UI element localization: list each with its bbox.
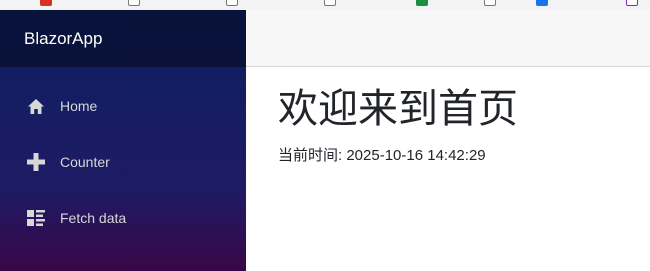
home-icon <box>26 96 46 116</box>
current-time-line: 当前时间: 2025-10-16 14:42:29 <box>278 144 518 165</box>
brand-link[interactable]: BlazorApp <box>24 29 102 49</box>
top-row <box>246 10 650 67</box>
nav-item-fetch-data[interactable]: Fetch data <box>16 198 230 238</box>
bookmark-favicon-outline[interactable] <box>128 0 140 6</box>
plus-icon <box>26 152 46 172</box>
bookmark-favicon-blue[interactable] <box>536 0 548 6</box>
nav-item-home[interactable]: Home <box>16 86 230 126</box>
brand-row: BlazorApp <box>0 10 246 67</box>
nav-item-label: Fetch data <box>60 210 127 226</box>
current-time-value: 2025-10-16 14:42:29 <box>346 147 486 164</box>
page-title: 欢迎来到首页 <box>278 87 518 131</box>
bookmark-favicon-purple[interactable] <box>626 0 638 6</box>
sidebar: BlazorApp Home Counter Fetch data <box>0 10 246 271</box>
main-content: 欢迎来到首页 当前时间: 2025-10-16 14:42:29 <box>278 82 518 165</box>
current-time-label: 当前时间: <box>278 147 343 164</box>
list-rich-icon <box>26 208 46 228</box>
bookmark-favicon-green[interactable] <box>416 0 428 6</box>
nav-item-counter[interactable]: Counter <box>16 142 230 182</box>
bookmark-favicon-outline[interactable] <box>484 0 496 6</box>
nav-item-label: Counter <box>60 154 110 170</box>
bookmark-favicon-outline[interactable] <box>226 0 238 6</box>
nav-item-label: Home <box>60 98 98 114</box>
bookmark-favicon-outline[interactable] <box>324 0 336 6</box>
bookmark-favicon-red[interactable] <box>40 0 52 6</box>
